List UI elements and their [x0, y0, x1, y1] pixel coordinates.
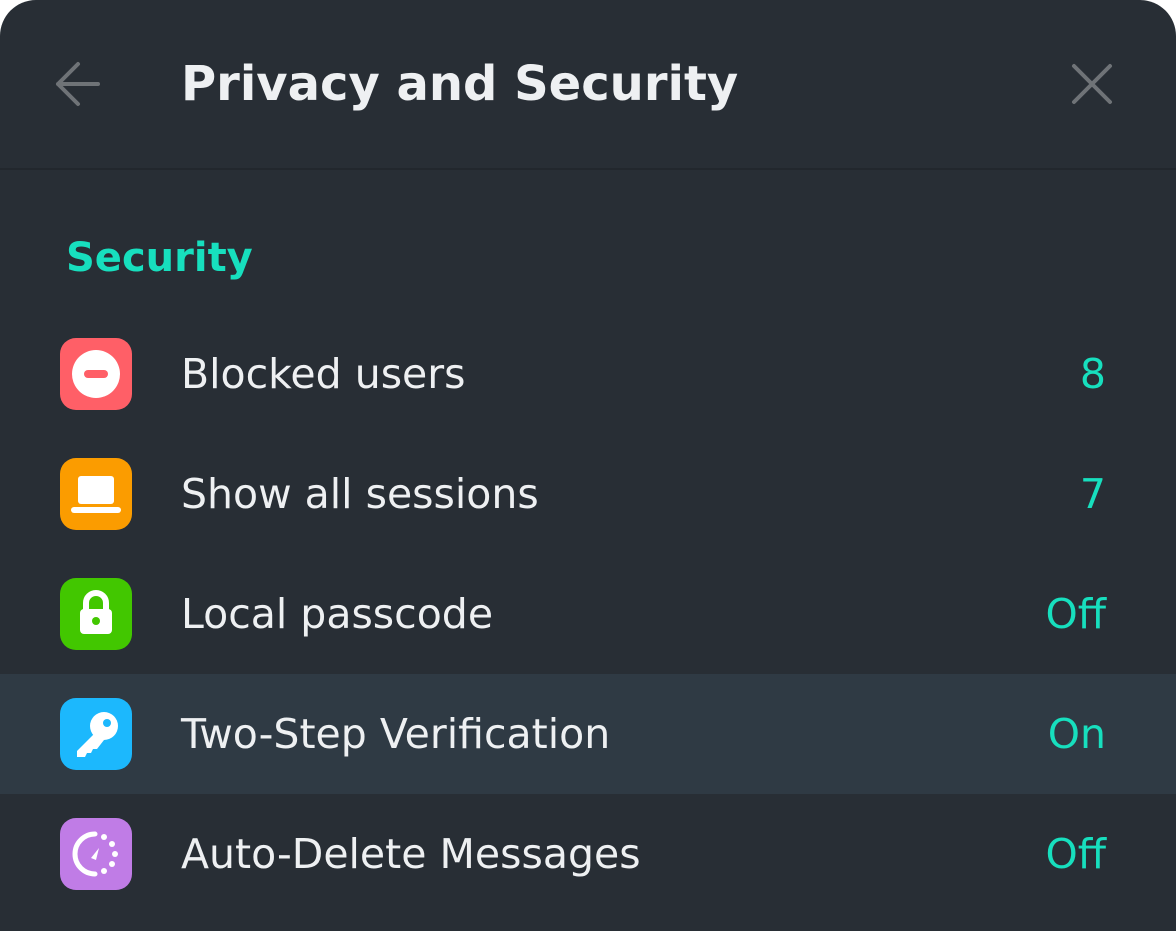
setting-label: Show all sessions	[181, 470, 539, 518]
setting-value: Off	[1045, 830, 1106, 878]
setting-value: 8	[1079, 350, 1106, 398]
blocked-icon	[60, 338, 132, 410]
setting-row-sessions[interactable]: Show all sessions 7	[0, 434, 1176, 554]
setting-row-two-step-verification[interactable]: Two-Step Verification On	[0, 674, 1176, 794]
close-icon	[1072, 64, 1112, 104]
setting-value: 7	[1079, 470, 1106, 518]
setting-row-blocked-users[interactable]: Blocked users 8	[0, 314, 1176, 434]
back-button[interactable]	[50, 56, 106, 112]
section-label-security: Security	[66, 235, 253, 281]
privacy-security-panel: Privacy and Security Security Blocked us…	[0, 0, 1176, 931]
close-button[interactable]	[1064, 56, 1120, 112]
page-title: Privacy and Security	[181, 56, 739, 112]
security-settings-list: Blocked users 8 Show all sessions 7 Loca…	[0, 314, 1176, 914]
setting-label: Local passcode	[181, 590, 494, 638]
setting-label: Two-Step Verification	[181, 710, 611, 758]
panel-header: Privacy and Security	[0, 0, 1176, 170]
setting-row-auto-delete[interactable]: Auto-Delete Messages Off	[0, 794, 1176, 914]
setting-label: Blocked users	[181, 350, 466, 398]
timer-icon	[60, 818, 132, 890]
laptop-icon	[60, 458, 132, 530]
lock-icon	[60, 578, 132, 650]
arrow-left-icon	[56, 62, 100, 106]
setting-row-local-passcode[interactable]: Local passcode Off	[0, 554, 1176, 674]
setting-value: Off	[1045, 590, 1106, 638]
key-icon	[60, 698, 132, 770]
setting-label: Auto-Delete Messages	[181, 830, 641, 878]
setting-value: On	[1047, 710, 1106, 758]
